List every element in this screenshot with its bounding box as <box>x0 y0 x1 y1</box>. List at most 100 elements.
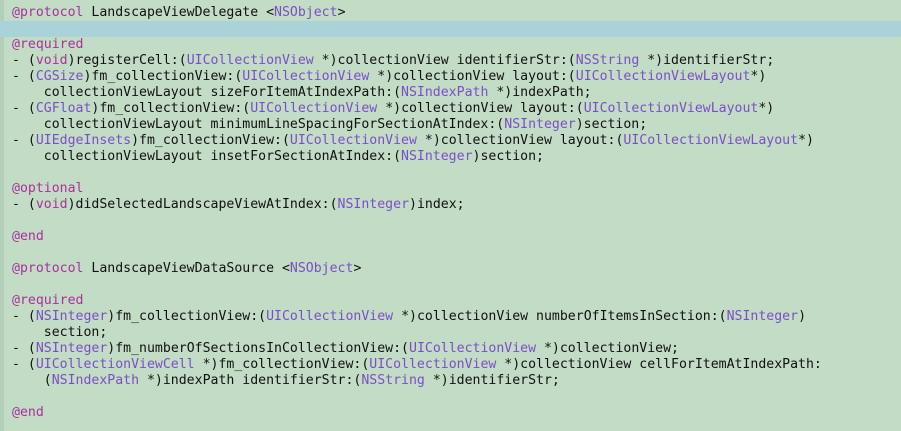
code-type: NSInteger <box>35 309 108 324</box>
code-text: LandscapeViewDataSource < <box>83 261 290 276</box>
code-text: - ( <box>12 133 36 148</box>
code-type: UICollectionView <box>409 341 537 356</box>
code-line[interactable]: collectionViewLayout minimumLineSpacingF… <box>0 117 901 133</box>
code-text: LandscapeViewDelegate < <box>83 5 275 20</box>
code-text: *)collectionView identifierStr:( <box>313 53 576 68</box>
code-text: collectionViewLayout sizeForItemAtIndexP… <box>12 85 402 100</box>
code-type: UICollectionView <box>250 101 378 116</box>
code-type: UICollectionView <box>242 69 370 84</box>
code-line[interactable]: collectionViewLayout sizeForItemAtIndexP… <box>0 85 901 101</box>
code-type: NSInteger <box>401 149 473 164</box>
code-text: *)collectionView numberOfItemsInSection:… <box>393 309 727 324</box>
code-text: *) <box>798 133 814 148</box>
code-line[interactable]: @optional <box>0 181 901 197</box>
code-text: )fm_collectionView:( <box>107 309 267 324</box>
code-text: )fm_collectionView:( <box>91 101 251 116</box>
code-line[interactable]: - (UICollectionViewCell *)fm_collectionV… <box>0 357 901 373</box>
code-text: - ( <box>12 69 36 84</box>
code-line[interactable]: - (UIEdgeInsets)fm_collectionView:(UICol… <box>0 133 901 149</box>
code-text: ) <box>798 309 807 324</box>
code-keyword: @optional <box>12 181 84 196</box>
code-line[interactable]: collectionViewLayout insetForSectionAtIn… <box>0 149 901 165</box>
code-line[interactable] <box>0 245 901 261</box>
code-type: UICollectionViewLayout <box>623 133 799 148</box>
code-text: - ( <box>12 357 36 372</box>
code-text: )fm_collectionView:( <box>83 69 243 84</box>
code-text: ( <box>12 373 52 388</box>
code-type: NSString <box>361 373 425 388</box>
code-text: - ( <box>12 341 36 356</box>
code-keyword: @required <box>12 293 84 308</box>
code-type: NSIndexPath <box>51 373 140 388</box>
code-line[interactable]: @protocol LandscapeViewDataSource <NSObj… <box>0 261 901 277</box>
code-keyword: @protocol <box>12 261 84 276</box>
code-line[interactable]: - (NSInteger)fm_collectionView:(UICollec… <box>0 309 901 325</box>
code-text: *) <box>758 101 775 116</box>
code-type: UICollectionViewLayout <box>575 69 751 84</box>
code-editor[interactable]: @protocol LandscapeViewDelegate <NSObjec… <box>0 0 901 431</box>
code-type: CGFloat <box>35 101 92 116</box>
code-type: UICollectionViewCell <box>35 357 195 372</box>
code-keyword: @protocol <box>12 5 84 20</box>
code-line[interactable] <box>0 213 901 229</box>
code-keyword: void <box>35 53 68 68</box>
code-keyword: @required <box>12 37 84 52</box>
code-type: NSInteger <box>726 309 799 324</box>
code-line[interactable] <box>0 277 901 293</box>
code-type: NSIndexPath <box>401 85 489 100</box>
code-type: NSInteger <box>35 341 108 356</box>
code-text: - ( <box>12 101 36 116</box>
code-type: UICollectionView <box>289 133 417 148</box>
code-line[interactable]: - (void)didSelectedLandscapeViewAtIndex:… <box>0 197 901 213</box>
code-type: UICollectionView <box>186 53 314 68</box>
code-line-current[interactable] <box>0 21 901 37</box>
code-type: NSObject <box>274 5 338 20</box>
code-text: *)identifierStr; <box>639 53 775 68</box>
code-text: *)collectionView; <box>536 341 679 356</box>
code-type: NSString <box>575 53 640 68</box>
code-line[interactable]: @required <box>0 293 901 309</box>
code-text: *)collectionView layout:( <box>369 69 576 84</box>
code-text: )section; <box>472 149 544 164</box>
code-line[interactable]: @protocol LandscapeViewDelegate <NSObjec… <box>0 5 901 21</box>
code-text: - ( <box>12 53 36 68</box>
code-text: )fm_collectionView:( <box>131 133 290 148</box>
code-line[interactable]: - (CGSize)fm_collectionView:(UICollectio… <box>0 69 901 85</box>
code-line[interactable]: (NSIndexPath *)indexPath identifierStr:(… <box>0 373 901 389</box>
code-text: )fm_numberOfSectionsInCollectionView:( <box>107 341 409 356</box>
code-text: section; <box>12 325 108 340</box>
code-type: CGSize <box>35 69 84 84</box>
code-text: collectionViewLayout insetForSectionAtIn… <box>12 149 402 164</box>
code-keyword: @end <box>12 229 44 244</box>
code-text: )section; <box>575 117 648 132</box>
code-text: - ( <box>12 197 36 212</box>
code-line[interactable]: @required <box>0 37 901 53</box>
code-text: - ( <box>12 309 36 324</box>
code-line[interactable]: section; <box>0 325 901 341</box>
code-line[interactable] <box>0 389 901 405</box>
code-text: )registerCell:( <box>67 53 187 68</box>
code-text: *)identifierStr; <box>424 373 560 388</box>
code-type: UIEdgeInsets <box>35 133 132 148</box>
code-line[interactable]: - (void)registerCell:(UICollectionView *… <box>0 53 901 69</box>
code-type: NSInteger <box>504 117 576 132</box>
code-type: UICollectionView <box>266 309 394 324</box>
code-line[interactable]: @end <box>0 405 901 421</box>
code-type: UICollectionViewLayout <box>583 101 759 116</box>
code-text: *)indexPath identifierStr:( <box>139 373 362 388</box>
code-line[interactable]: - (NSInteger)fm_numberOfSectionsInCollec… <box>0 341 901 357</box>
code-text: *)collectionView cellForItemAtIndexPath: <box>496 357 822 372</box>
code-keyword: void <box>35 197 68 212</box>
code-type: NSInteger <box>337 197 410 212</box>
code-text: *)collectionView layout:( <box>377 101 584 116</box>
code-type: UICollectionView <box>369 357 497 372</box>
code-text: *)fm_collectionView:( <box>194 357 370 372</box>
code-line[interactable]: @end <box>0 229 901 245</box>
code-line[interactable]: - (CGFloat)fm_collectionView:(UICollecti… <box>0 101 901 117</box>
code-text: > <box>353 261 362 276</box>
code-line[interactable] <box>0 165 901 181</box>
code-text: > <box>337 5 346 20</box>
code-text: )index; <box>409 197 465 212</box>
code-text: *)collectionView layout:( <box>416 133 624 148</box>
code-text: collectionViewLayout minimumLineSpacingF… <box>12 117 505 132</box>
